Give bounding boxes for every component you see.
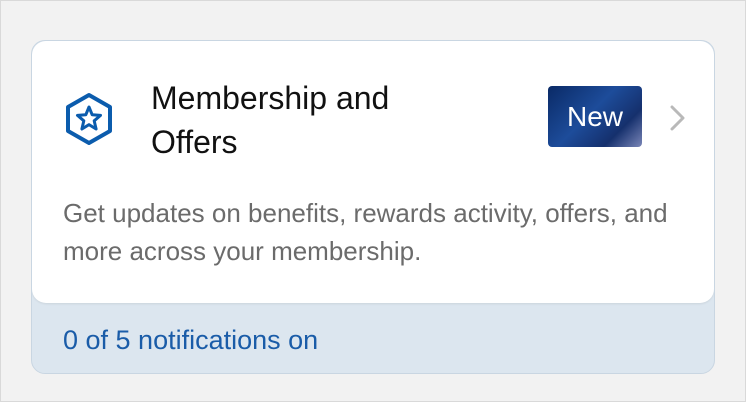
notifications-status-link[interactable]: 0 of 5 notifications on <box>63 321 318 359</box>
card-description: Get updates on benefits, rewards activit… <box>63 198 668 266</box>
new-badge: New <box>548 86 642 147</box>
membership-offers-card: Membership and Offers New Get updates on… <box>31 40 715 374</box>
chevron-right-icon[interactable] <box>666 103 688 133</box>
card-title: Membership and Offers <box>151 80 390 160</box>
star-hexagon-icon <box>63 92 115 146</box>
membership-offers-row[interactable]: Membership and Offers New Get updates on… <box>32 41 714 303</box>
